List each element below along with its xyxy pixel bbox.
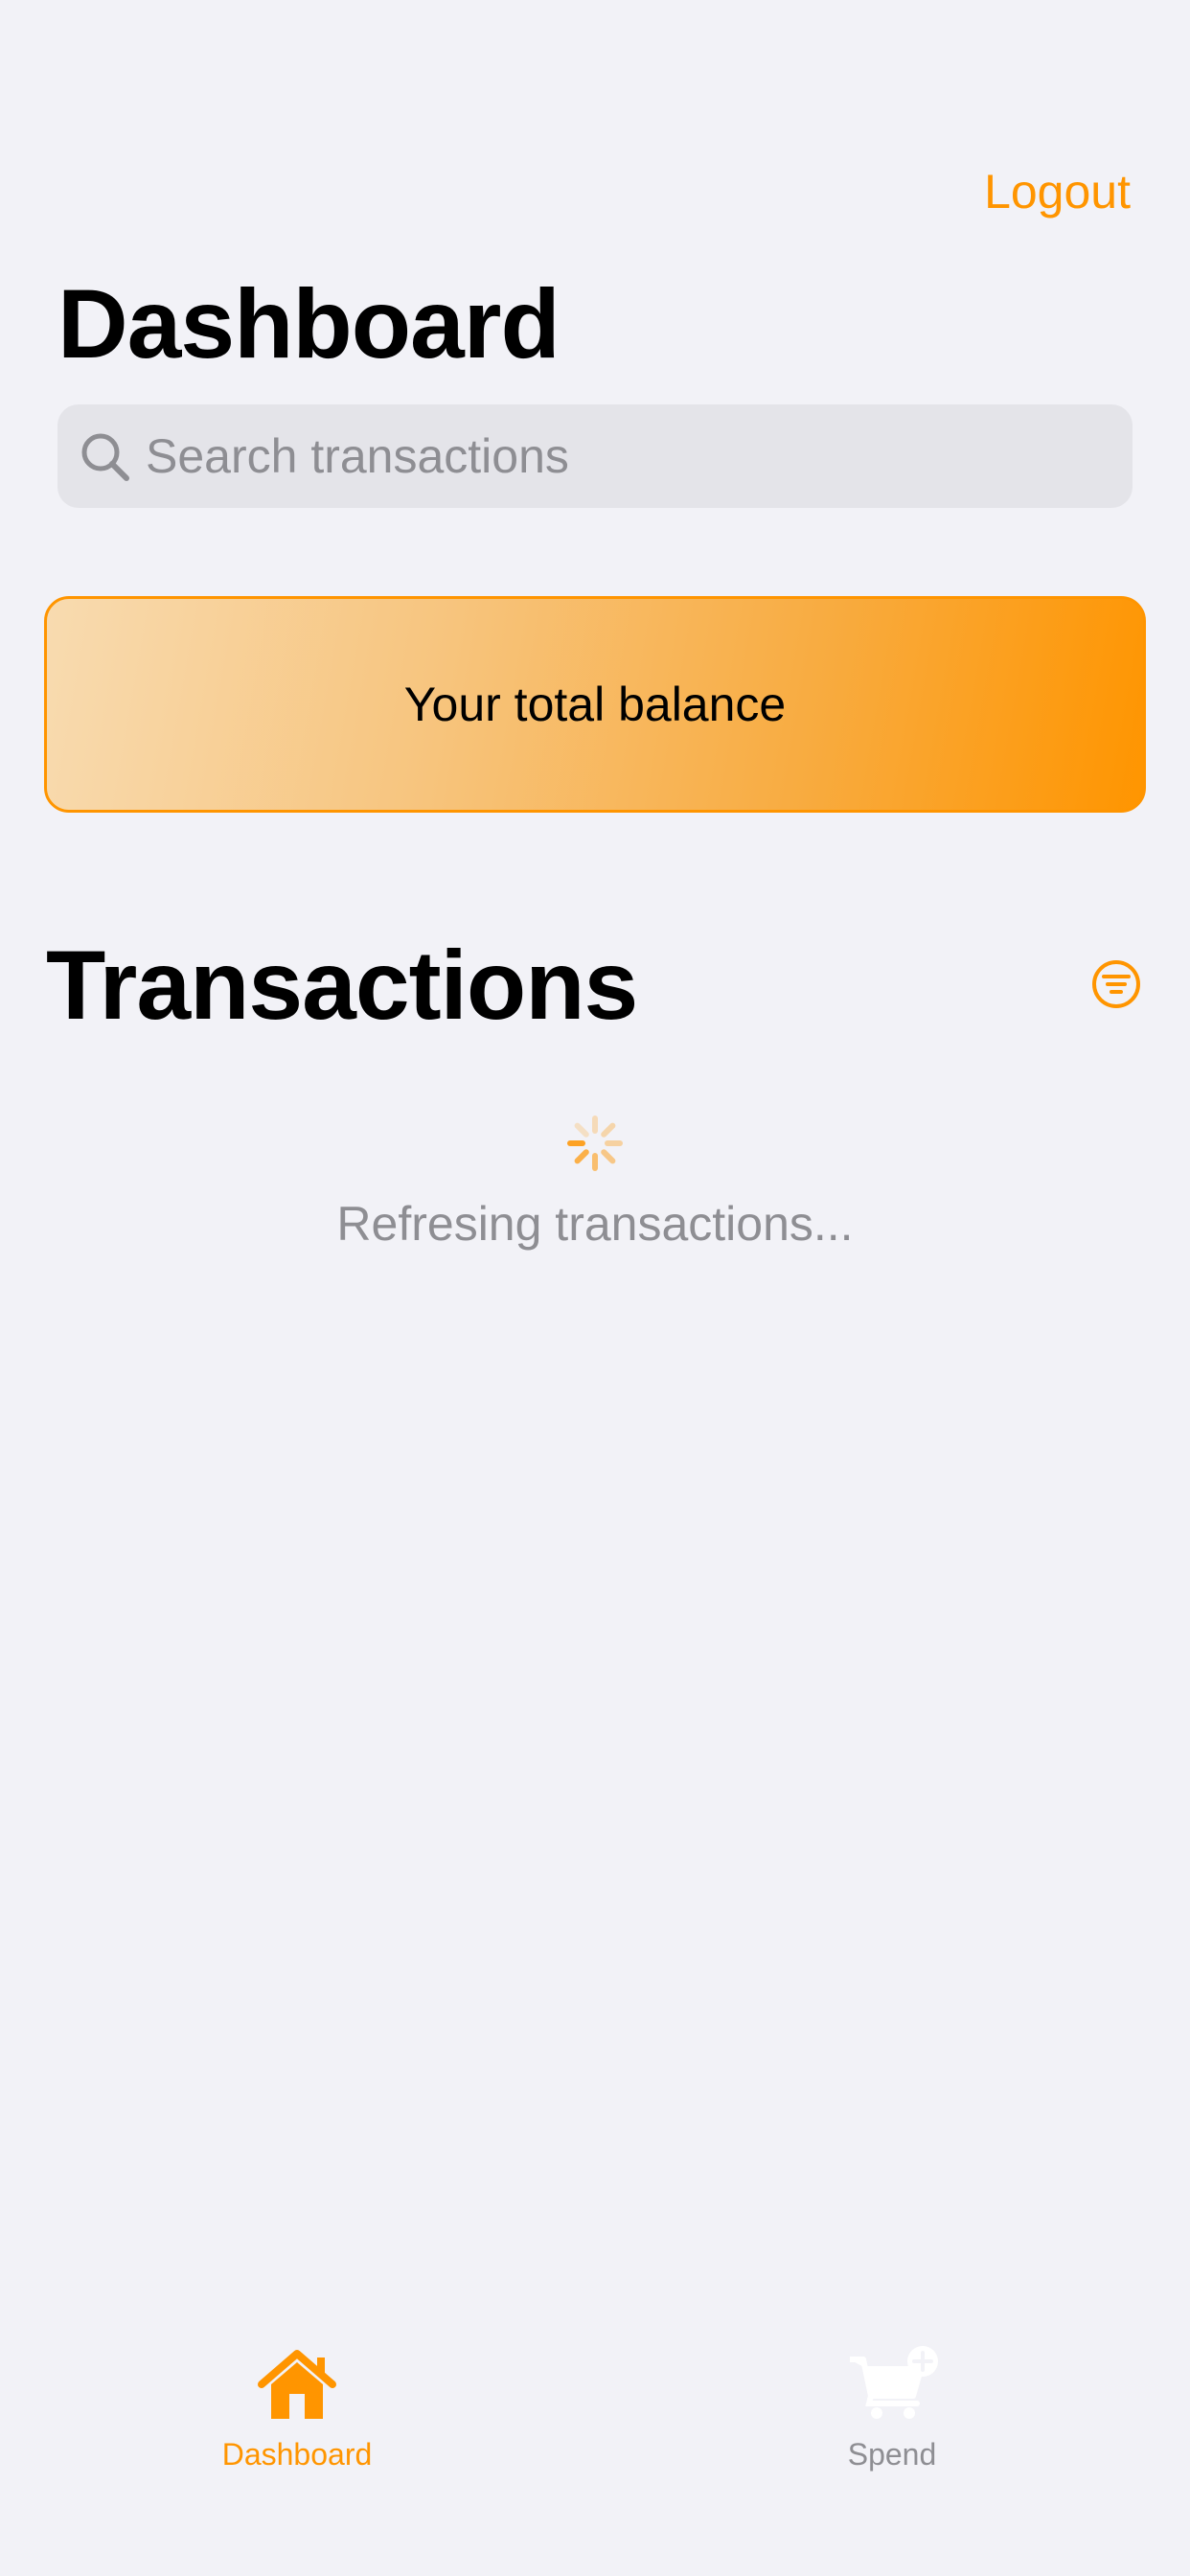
tab-dashboard[interactable]: Dashboard — [153, 2319, 441, 2492]
transactions-title: Transactions — [46, 931, 638, 1040]
tab-bar: Dashboard Spend — [0, 2319, 1190, 2576]
loading-text: Refresing transactions... — [336, 1197, 854, 1251]
search-input[interactable] — [146, 404, 1113, 508]
tab-dashboard-label: Dashboard — [221, 2437, 373, 2472]
balance-card[interactable]: Your total balance — [44, 596, 1146, 813]
balance-label: Your total balance — [403, 678, 787, 731]
page-title: Dashboard — [57, 269, 561, 379]
tab-spend[interactable]: Spend — [748, 2319, 1036, 2492]
house-icon — [258, 2350, 336, 2419]
search-bar[interactable] — [57, 404, 1133, 508]
loading-spinner-icon — [567, 1116, 623, 1171]
logout-button[interactable]: Logout — [984, 163, 1131, 220]
cart-add-icon — [850, 2346, 938, 2419]
search-icon — [81, 433, 129, 481]
tab-spend-label: Spend — [847, 2437, 937, 2472]
filter-icon[interactable] — [1090, 958, 1142, 1010]
